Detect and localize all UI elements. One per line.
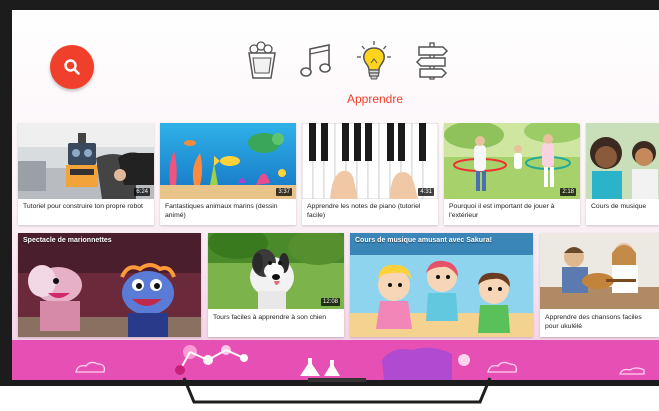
video-duration: 3:37 — [276, 188, 292, 196]
video-thumbnail: 3:37 — [160, 123, 296, 199]
video-title: Fantastiques animaux marins (dessin anim… — [165, 203, 278, 219]
video-card[interactable]: Cours de musique — [586, 123, 659, 225]
video-thumbnail: 6:24 — [18, 123, 154, 199]
video-title: Spectacle de marionnettes — [23, 237, 112, 244]
video-card[interactable]: Cours de musique amusant avec Sakura! — [350, 233, 533, 337]
category-music[interactable] — [296, 40, 336, 82]
signpost-icon — [415, 42, 449, 80]
video-title: Pourquoi il est important de jouer à l'e… — [449, 203, 555, 219]
category-shows[interactable] — [242, 40, 282, 82]
video-title: Tutoriel pour construire ton propre robo… — [23, 203, 143, 210]
video-thumbnail: 4:31 — [302, 123, 438, 199]
search-button[interactable] — [50, 45, 94, 89]
video-thumbnail: 2:18 — [444, 123, 580, 199]
video-card[interactable]: 4:31 Apprendre les notes de piano (tutor… — [302, 123, 438, 225]
video-row-2: Spectacle de marionnettes 12:08 Tours fa… — [12, 233, 659, 343]
video-card[interactable]: 6:24 Tutoriel pour construire ton propre… — [18, 123, 154, 225]
flask-icon — [300, 358, 340, 376]
video-title: Cours de musique amusant avec Sakura! — [355, 237, 492, 244]
video-thumbnail: 12:08 — [208, 233, 344, 309]
category-bar — [242, 40, 449, 84]
video-title: Apprendre des chansons faciles pour ukul… — [545, 314, 642, 330]
video-duration: 12:08 — [320, 298, 340, 306]
tv-screen: Apprendre 6:24 Tutoriel pour construire … — [12, 10, 659, 380]
decorative-footer — [12, 340, 659, 380]
video-title: Tours faciles à apprendre à son chien — [213, 314, 326, 321]
video-thumbnail: Spectacle de marionnettes — [18, 233, 201, 337]
search-icon — [64, 59, 80, 75]
video-card[interactable]: Apprendre des chansons faciles pour ukul… — [540, 233, 659, 337]
tv-stand — [178, 376, 496, 406]
video-card[interactable]: 2:18 Pourquoi il est important de jouer … — [444, 123, 580, 225]
video-duration: 2:18 — [560, 188, 576, 196]
section-title: Apprendre — [346, 92, 404, 106]
video-duration: 6:24 — [134, 188, 150, 196]
category-explore[interactable] — [412, 40, 452, 82]
video-card[interactable]: 3:37 Fantastiques animaux marins (dessin… — [160, 123, 296, 225]
category-learning[interactable] — [354, 40, 394, 82]
video-title: Apprendre les notes de piano (tutoriel f… — [307, 203, 421, 219]
lightbulb-icon — [357, 41, 391, 80]
video-title: Cours de musique — [591, 203, 647, 210]
video-duration: 4:31 — [418, 188, 434, 196]
video-card[interactable]: Spectacle de marionnettes — [18, 233, 201, 337]
music-note-icon — [300, 44, 331, 77]
popcorn-icon — [248, 41, 276, 79]
video-thumbnail — [540, 233, 659, 309]
video-card[interactable]: 12:08 Tours faciles à apprendre à son ch… — [208, 233, 344, 337]
video-thumbnail — [586, 123, 659, 199]
video-row-1: 6:24 Tutoriel pour construire ton propre… — [12, 123, 659, 227]
video-thumbnail: Cours de musique amusant avec Sakura! — [350, 233, 533, 337]
molecule-icon — [175, 345, 248, 375]
